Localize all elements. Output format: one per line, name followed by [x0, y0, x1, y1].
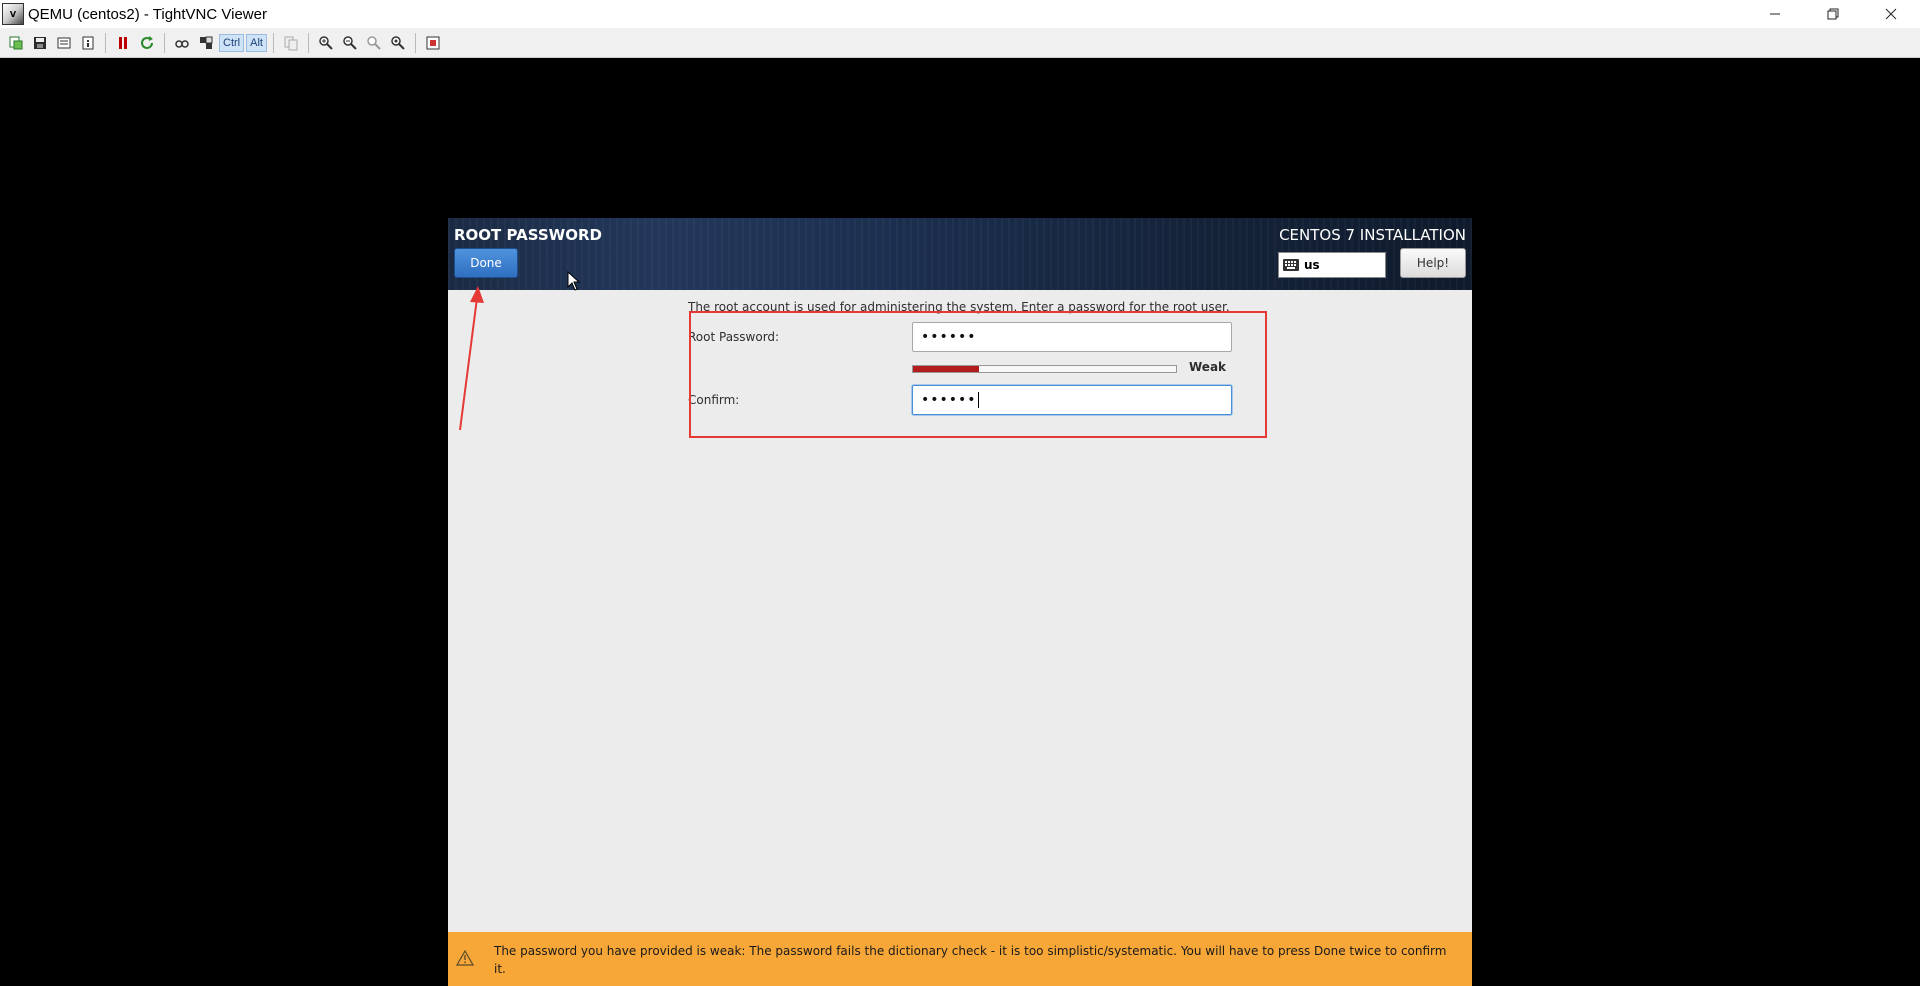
help-button[interactable]: Help! [1400, 248, 1466, 278]
ctrl-esc-icon [200, 36, 213, 49]
connection-info-button[interactable] [78, 33, 98, 53]
weak-password-warning-bar[interactable]: The password you have provided is weak: … [448, 932, 1472, 986]
fullscreen-icon [426, 36, 440, 49]
zoom-100-button[interactable] [364, 33, 384, 53]
refresh-button[interactable] [137, 33, 157, 53]
page-title: ROOT PASSWORD [454, 226, 602, 244]
zoom-in-button[interactable] [316, 33, 336, 53]
info-icon [82, 36, 94, 49]
keyboard-icon [1283, 259, 1299, 271]
alt-toggle[interactable]: Alt [246, 33, 267, 52]
warning-icon [456, 950, 474, 966]
vnc-toolbar: Ctrl Alt [0, 28, 1920, 58]
zoom-out-icon [343, 35, 357, 50]
anaconda-installer-window: ROOT PASSWORD Done CENTOS 7 INSTALLATION… [448, 218, 1472, 986]
save-icon [34, 36, 46, 49]
ctrl-alt-del-icon [175, 39, 189, 48]
toolbar-separator [414, 32, 416, 53]
close-button[interactable] [1862, 0, 1920, 28]
tightvnc-app-icon[interactable]: V [2, 3, 24, 25]
new-connection-button[interactable] [6, 33, 26, 53]
restore-icon [1827, 8, 1839, 20]
fullscreen-button[interactable] [423, 33, 443, 53]
installer-header: ROOT PASSWORD Done CENTOS 7 INSTALLATION… [448, 218, 1472, 290]
warning-message: The password you have provided is weak: … [494, 944, 1447, 976]
window-controls [1746, 0, 1920, 28]
close-icon [1885, 8, 1897, 20]
keyboard-layout-value: us [1304, 258, 1320, 272]
send-ctrl-esc-button[interactable] [196, 33, 216, 53]
refresh-icon [141, 35, 153, 49]
save-session-button[interactable] [30, 33, 50, 53]
toolbar-separator [307, 32, 309, 53]
app-icon-letter: V [9, 9, 17, 19]
options-icon [57, 37, 71, 48]
ctrl-toggle[interactable]: Ctrl [219, 33, 245, 52]
minimize-icon [1770, 13, 1780, 15]
keyboard-layout-indicator[interactable]: us [1278, 252, 1386, 278]
annotation-arrow-icon [459, 286, 484, 431]
done-button[interactable]: Done [454, 248, 518, 278]
options-button[interactable] [54, 33, 74, 53]
minimize-button[interactable] [1746, 0, 1804, 28]
remote-display[interactable]: ROOT PASSWORD Done CENTOS 7 INSTALLATION… [0, 58, 1920, 986]
zoom-in-icon [319, 35, 333, 50]
window-title: QEMU (centos2) - TightVNC Viewer [28, 5, 267, 23]
installation-title: CENTOS 7 INSTALLATION [1279, 226, 1466, 244]
toolbar-separator [105, 32, 106, 53]
new-connection-icon [9, 36, 23, 49]
transfer-files-icon [284, 36, 298, 50]
zoom-out-button[interactable] [340, 33, 360, 53]
zoom-auto-icon [391, 35, 405, 50]
transfer-files-button[interactable] [281, 33, 301, 53]
send-ctrl-alt-del-button[interactable] [172, 33, 192, 53]
toolbar-separator [164, 32, 165, 53]
mouse-cursor-icon [567, 271, 581, 291]
zoom-auto-button[interactable] [388, 33, 408, 53]
pause-icon [119, 36, 127, 49]
pause-button[interactable] [113, 33, 133, 53]
annotation-highlight-box [689, 311, 1267, 438]
zoom-actual-icon [367, 35, 381, 50]
toolbar-separator [272, 32, 274, 53]
restore-button[interactable] [1804, 0, 1862, 28]
window-title-bar: V QEMU (centos2) - TightVNC Viewer [0, 0, 1920, 28]
